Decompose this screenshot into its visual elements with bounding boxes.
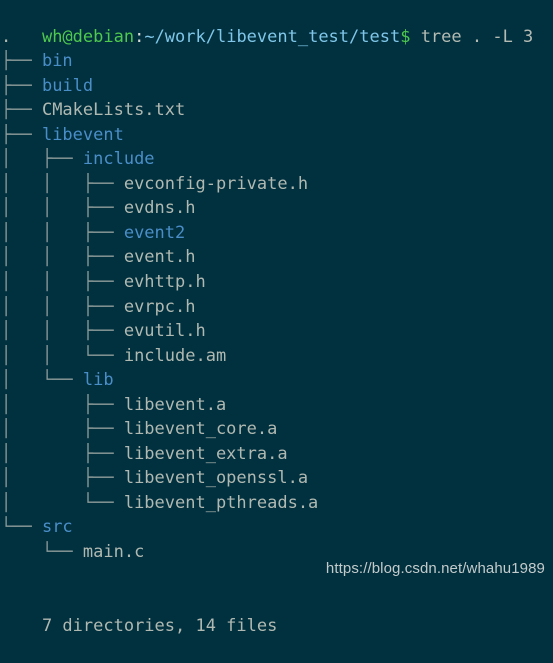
prompt-command: tree . -L 3 [410,26,534,47]
tree-file-name: CMakeLists.txt [41,100,186,121]
tree-file-name: libevent_openssl.a [123,468,309,489]
watermark-url: https://blog.csdn.net/whahu1989 [325,560,545,577]
tree-row: │ └── lib [0,368,553,393]
tree-directory-name: bin [41,51,73,72]
tree-row: │ ├── libevent_openssl.a [0,466,553,491]
tree-branch-glyph-icon: │ │ ├── [1,272,124,293]
tree-branch-glyph-icon: ├── [1,100,42,121]
tree-row: │ │ ├── evutil.h [0,319,553,344]
tree-branch-glyph-icon: │ │ ├── [1,173,124,194]
tree-branch-glyph-icon: │ └── [1,370,83,391]
tree-file-name: evhttp.h [123,272,206,293]
tree-directory-name: src [41,517,73,538]
tree-branch-glyph-icon: ├── [1,75,42,96]
prompt-user-host: wh@debian [41,26,135,47]
tree-row: │ │ ├── event.h [0,245,553,270]
tree-branch-glyph-icon: │ ├── [1,149,83,170]
tree-branch-glyph-icon: ├── [1,124,42,145]
tree-file-name: evutil.h [123,321,206,342]
tree-file-name: evconfig-private.h [123,173,309,194]
tree-file-name: libevent.a [123,394,227,415]
tree-file-name: event.h [123,247,196,268]
tree-row: │ │ ├── evhttp.h [0,270,553,295]
tree-file-name: evrpc.h [123,296,196,317]
tree-row: ├── libevent [0,123,553,148]
tree-branch-glyph-icon: │ ├── [1,394,124,415]
tree-branch-glyph-icon: │ ├── [1,419,124,440]
shell-prompt-line: wh@debian:~/work/libevent_test/test$ tre… [0,0,553,47]
tree-row: │ └── libevent_pthreads.a [0,491,553,516]
tree-branch-glyph-icon: └── [1,542,83,563]
tree-output: . ├── bin ├── build ├── CMakeLists.txt ├── l… [0,25,553,565]
tree-branch-glyph-icon: │ │ ├── [1,247,124,268]
tree-branch-glyph-icon: │ │ ├── [1,321,124,342]
tree-directory-name: libevent [41,124,124,145]
tree-row: ├── build [0,74,553,99]
tree-branch-glyph-icon: │ │ ├── [1,296,124,317]
tree-branch-glyph-icon: │ │ ├── [1,198,124,219]
tree-branch-glyph-icon: │ ├── [1,468,124,489]
tree-row: ├── bin [0,49,553,74]
prompt-path: ~/work/libevent_test/test [144,26,401,47]
tree-file-name: include.am [123,345,227,366]
tree-summary-text: 7 directories, 14 files [41,615,278,636]
tree-row: │ ├── include [0,147,553,172]
tree-branch-glyph-icon: │ │ ├── [1,222,124,243]
tree-row: ├── CMakeLists.txt [0,98,553,123]
tree-branch-glyph-icon: │ │ └── [1,345,124,366]
tree-row: │ │ └── include.am [0,344,553,369]
tree-file-name: libevent_pthreads.a [123,492,319,513]
tree-root-name: . [1,26,12,47]
tree-summary-line: 7 directories, 14 files [0,589,553,636]
tree-row: │ ├── libevent_core.a [0,417,553,442]
prompt-sigil: $ [400,26,411,47]
tree-row: │ │ ├── evdns.h [0,196,553,221]
tree-row: │ ├── libevent_extra.a [0,442,553,467]
tree-row: │ │ ├── event2 [0,221,553,246]
tree-branch-glyph-icon: ├── [1,51,42,72]
tree-branch-glyph-icon: │ └── [1,492,124,513]
tree-row: │ │ ├── evconfig-private.h [0,172,553,197]
tree-branch-glyph-icon: └── [1,517,42,538]
tree-directory-name: include [82,149,155,170]
terminal-window: wh@debian:~/work/libevent_test/test$ tre… [0,0,553,636]
tree-file-name: evdns.h [123,198,196,219]
tree-directory-name: lib [82,370,114,391]
tree-directory-name: event2 [123,222,186,243]
tree-directory-name: build [41,75,94,96]
tree-row: │ ├── libevent.a [0,393,553,418]
tree-branch-glyph-icon: │ ├── [1,443,124,464]
tree-row: └── src [0,515,553,540]
tree-file-name: libevent_extra.a [123,443,288,464]
tree-file-name: libevent_core.a [123,419,278,440]
tree-file-name: main.c [82,542,145,563]
prompt-separator: : [134,26,145,47]
tree-row: │ │ ├── evrpc.h [0,295,553,320]
